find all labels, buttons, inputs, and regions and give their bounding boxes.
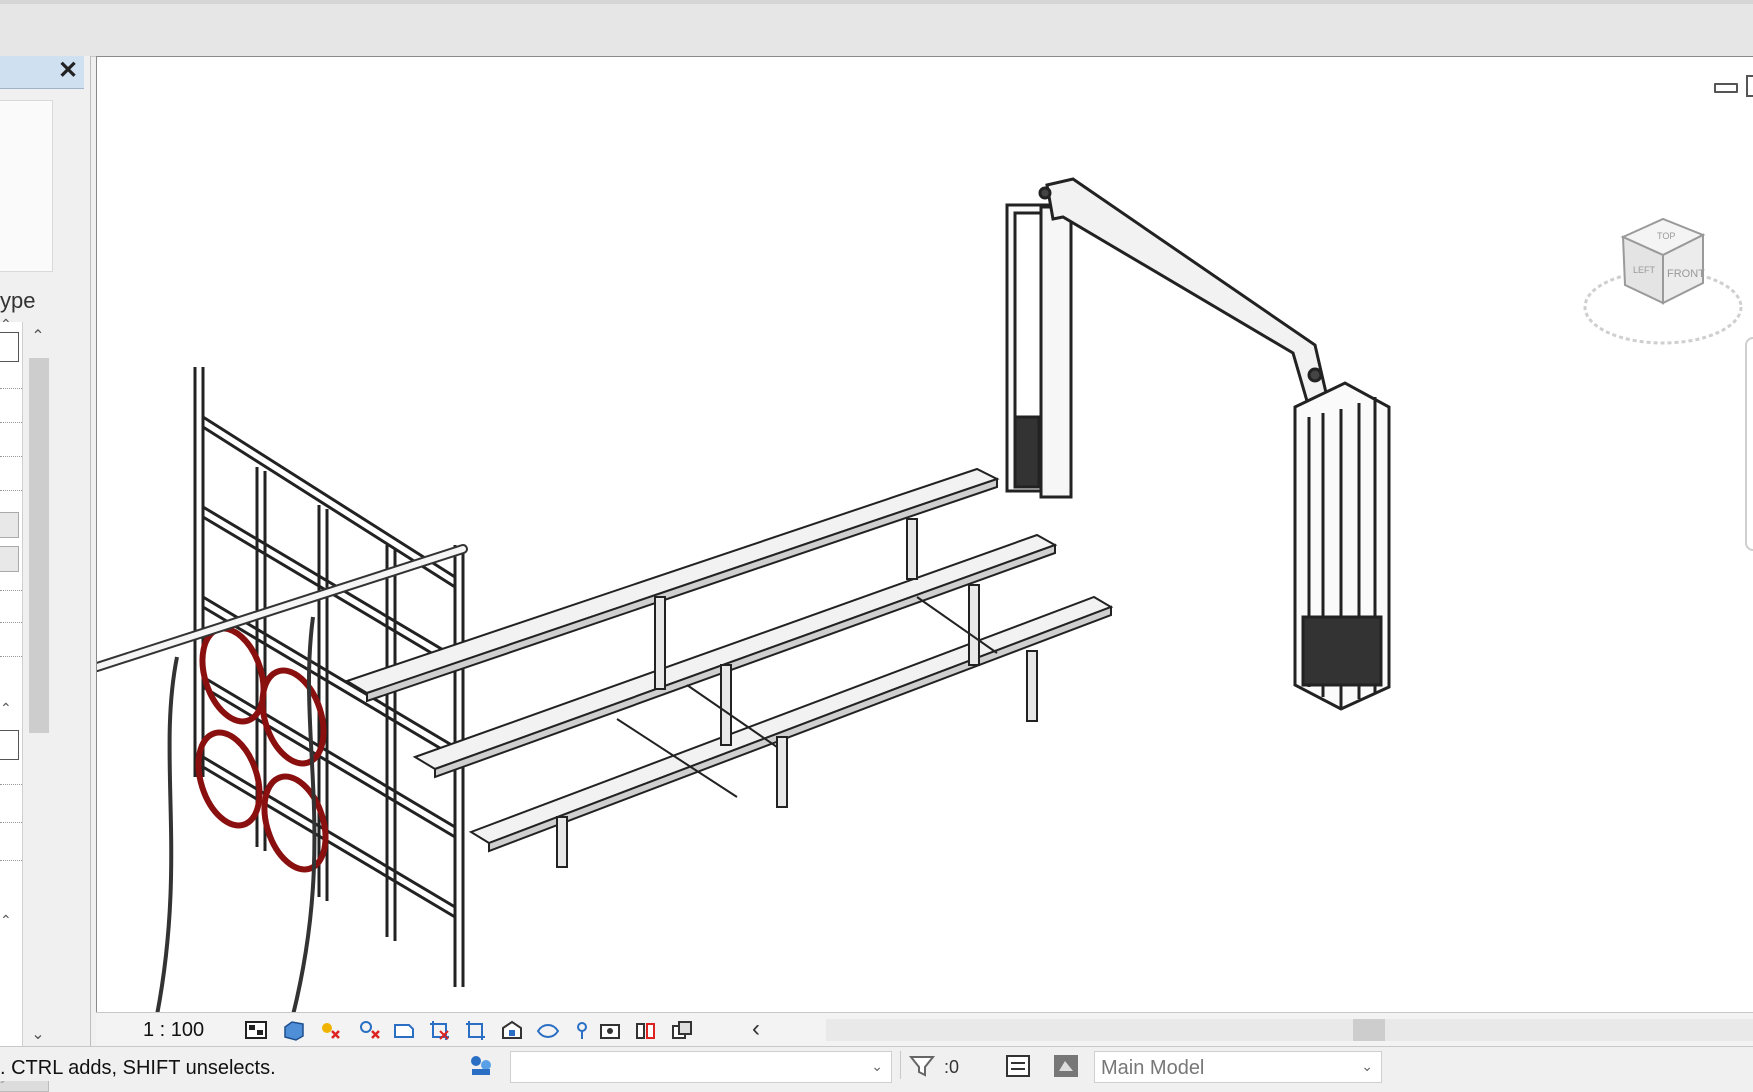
property-button[interactable]	[0, 512, 19, 538]
properties-scrollbar[interactable]: ⌃ ⌄	[26, 322, 50, 1052]
close-icon[interactable]: ✕	[56, 58, 80, 84]
property-value-field[interactable]	[0, 730, 19, 760]
viewcube-front-label: FRONT	[1667, 268, 1705, 280]
chevron-down-icon: ⌄	[1361, 1058, 1373, 1074]
property-value-field[interactable]	[0, 332, 19, 362]
ropes[interactable]	[155, 616, 317, 1015]
property-row[interactable]	[0, 590, 22, 591]
scroll-up-icon[interactable]: ⌃	[30, 326, 46, 346]
visual-style-icon[interactable]	[282, 1019, 306, 1041]
collapse-group-icon[interactable]: ⌃	[0, 700, 12, 717]
view-control-bar: 1 : 100 ‹	[96, 1012, 1753, 1047]
restore-view-icon[interactable]	[1746, 75, 1753, 97]
model-canvas[interactable]	[97, 57, 1753, 1015]
view-horizontal-scrollbar[interactable]	[826, 1019, 1753, 1041]
property-row[interactable]	[0, 422, 22, 423]
property-row[interactable]	[0, 388, 22, 389]
navigation-bar-handle[interactable]	[1745, 337, 1753, 551]
worksets-icon[interactable]	[466, 1051, 496, 1079]
sun-path-icon[interactable]	[318, 1019, 342, 1041]
collapse-group-icon[interactable]: ⌃	[0, 316, 12, 333]
properties-grid: ⌃ ⌃ ⌃	[0, 316, 23, 1052]
unlock-3d-view-icon[interactable]	[500, 1019, 524, 1041]
collapse-group-icon[interactable]: ⌃	[0, 912, 12, 929]
viewcube[interactable]: TOP LEFT FRONT	[1583, 207, 1753, 357]
rendering-icon[interactable]	[392, 1019, 416, 1041]
properties-panel-header: ✕	[0, 56, 84, 89]
design-option-value: Main Model	[1101, 1057, 1205, 1079]
property-row[interactable]	[0, 822, 22, 823]
shadows-icon[interactable]	[358, 1019, 382, 1041]
property-row[interactable]	[0, 456, 22, 457]
design-option-dropdown[interactable]: Main Model ⌄	[1094, 1051, 1382, 1083]
property-row[interactable]	[0, 784, 22, 785]
status-separator	[900, 1051, 901, 1079]
view-scale[interactable]: 1 : 100	[143, 1019, 204, 1042]
scrollbar-thumb[interactable]	[1353, 1019, 1385, 1041]
property-row[interactable]	[0, 622, 22, 623]
active-workset-dropdown[interactable]: ⌄	[510, 1051, 892, 1083]
temporary-hide-isolate-icon[interactable]	[536, 1019, 560, 1041]
worksharing-display-icon[interactable]	[634, 1019, 658, 1041]
temporary-view-properties-icon[interactable]	[598, 1019, 622, 1041]
design-options-icon[interactable]	[1052, 1053, 1080, 1079]
property-button[interactable]	[0, 546, 19, 572]
editable-only-icon[interactable]	[1004, 1053, 1032, 1079]
viewcube-top-label: TOP	[1657, 231, 1675, 241]
crop-view-icon[interactable]	[428, 1019, 452, 1041]
detail-level-icon[interactable]	[244, 1019, 268, 1041]
type-selector-label[interactable]: ype	[0, 288, 35, 314]
type-preview-image	[0, 100, 53, 272]
scroll-down-icon[interactable]: ⌄	[30, 1024, 46, 1044]
chevron-down-icon: ⌄	[871, 1058, 883, 1074]
filter-icon[interactable]	[908, 1053, 936, 1079]
show-crop-region-icon[interactable]	[464, 1019, 488, 1041]
collapse-toolbar-icon[interactable]: ‹	[752, 1015, 760, 1043]
minimize-view-icon[interactable]	[1714, 83, 1738, 93]
scrollbar-thumb[interactable]	[29, 358, 49, 733]
viewcube-left-label: LEFT	[1633, 265, 1656, 275]
pull-up-bar[interactable]	[97, 544, 468, 672]
3d-view-window[interactable]: TOP LEFT FRONT	[96, 56, 1753, 1016]
property-row[interactable]	[0, 860, 22, 861]
selection-count: :0	[944, 1057, 960, 1077]
properties-panel: ✕ ype ⌃ ⌃ ⌃ ⌃ ⌄ y	[0, 56, 91, 1092]
status-message: . CTRL adds, SHIFT unselects.	[0, 1057, 276, 1079]
status-bar: . CTRL adds, SHIFT unselects. ⌄ :0 Main …	[0, 1046, 1753, 1083]
property-row[interactable]	[0, 656, 22, 657]
highlight-displacement-icon[interactable]	[670, 1019, 694, 1041]
property-row[interactable]	[0, 490, 22, 491]
ribbon-area	[0, 0, 1753, 57]
reveal-hidden-elements-icon[interactable]	[570, 1019, 594, 1041]
tab-strip	[0, 0, 1753, 4]
